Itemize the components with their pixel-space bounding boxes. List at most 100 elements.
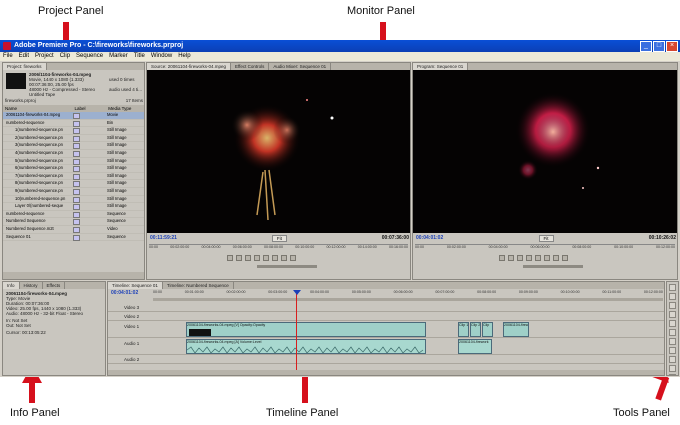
menu-title[interactable]: Title <box>134 52 145 61</box>
menu-file[interactable]: File <box>3 52 13 61</box>
list-item[interactable]: 5(numbered-sequence.pn Still Image <box>3 158 144 166</box>
timeline-time-ruler[interactable]: 00:00 00:01:00:00 00:02:00:00 00:03:00:0… <box>153 290 663 297</box>
project-clip-info-4: Untitled Tape <box>29 92 56 97</box>
timeline-playhead[interactable] <box>296 290 297 370</box>
program-step-forward-button[interactable] <box>535 255 541 261</box>
minimize-button[interactable]: _ <box>640 41 652 52</box>
maximize-button[interactable]: □ <box>653 41 665 52</box>
list-item[interactable]: 2(numbered-sequence.pn Still Image <box>3 135 144 143</box>
slip-tool-icon[interactable] <box>669 338 676 345</box>
set-in-button[interactable] <box>227 255 233 261</box>
track-video-2: Video 2 <box>108 312 664 321</box>
source-jog-shuttle[interactable] <box>257 265 317 268</box>
overlay-button[interactable] <box>290 255 296 261</box>
video-clip-main[interactable]: 20061104-fireworks-04.mpeg [V] Opacity:O… <box>186 322 426 337</box>
list-item-name: 8(numbered-sequence.pn <box>15 180 63 186</box>
tab-timeline-numbered-sequence[interactable]: Timeline: Numbered Sequence <box>163 282 234 289</box>
list-item[interactable]: 20061104-fireworks-04.mpeg Movie <box>3 112 144 120</box>
list-item[interactable]: 4(numbered-sequence.pn Still Image <box>3 150 144 158</box>
audio-clip-end[interactable]: 20061104-firework <box>458 339 492 354</box>
list-item[interactable]: 8(numbered-sequence.pn Still Image <box>3 180 144 188</box>
audio-clip-main[interactable]: 20061104-fireworks-04.mpeg [A] Volume:Le… <box>186 339 426 354</box>
tab-source[interactable]: Source: 20061104-fireworks-04.mpeg <box>147 63 231 70</box>
video-clip-last[interactable]: 20061104-firew <box>503 322 529 337</box>
lift-button[interactable] <box>553 255 559 261</box>
program-time-ruler[interactable]: 00:00 00:02:00:00 00:04:00:00 00:06:00:0… <box>415 244 675 251</box>
menu-window[interactable]: Window <box>151 52 172 61</box>
tab-program[interactable]: Program: Sequence 01 <box>413 63 469 70</box>
selection-tool-icon[interactable] <box>669 284 676 291</box>
clip-label: 20061104-firew <box>504 323 529 327</box>
list-item[interactable]: numbered-sequence Bin <box>3 120 144 128</box>
list-item[interactable]: Numbered Sequence.m2t Video <box>3 226 144 234</box>
program-step-back-button[interactable] <box>517 255 523 261</box>
tab-info[interactable]: Info <box>3 282 20 289</box>
list-item[interactable]: Numbered Sequence Sequence <box>3 218 144 226</box>
extract-button[interactable] <box>562 255 568 261</box>
tab-effects[interactable]: Effects <box>43 282 66 289</box>
program-fit-dropdown[interactable]: Fit <box>538 235 554 242</box>
menu-marker[interactable]: Marker <box>109 52 128 61</box>
track-select-tool-icon[interactable] <box>669 293 676 300</box>
timeline-horizontal-scrollbar[interactable] <box>108 370 664 375</box>
program-current-timecode[interactable]: 00:04:01:02 <box>416 235 443 242</box>
video-clip-2[interactable]: Clip 2 <box>470 322 481 337</box>
source-time-ruler[interactable]: 00:00 00:02:00:00 00:04:00:00 00:06:00:0… <box>149 244 408 251</box>
insert-button[interactable] <box>281 255 287 261</box>
playhead-marker-icon[interactable] <box>293 290 301 295</box>
column-media-type-header[interactable]: Media Type <box>108 105 144 112</box>
slide-tool-icon[interactable] <box>669 347 676 354</box>
program-play-button[interactable] <box>526 255 532 261</box>
list-item[interactable]: numbered-sequence Sequence <box>3 211 144 219</box>
source-ruler-tick: 00:08:00:00 <box>264 245 283 249</box>
program-set-out-button[interactable] <box>508 255 514 261</box>
list-item[interactable]: 9(numbered-sequence.pn Still Image <box>3 188 144 196</box>
tab-effect-controls[interactable]: Effect Controls <box>231 63 270 70</box>
play-button[interactable] <box>254 255 260 261</box>
program-set-in-button[interactable] <box>499 255 505 261</box>
loop-button[interactable] <box>272 255 278 261</box>
menu-help[interactable]: Help <box>178 52 190 61</box>
list-item[interactable]: 1(numbered-sequence.pn Still Image <box>3 127 144 135</box>
list-item[interactable]: Sequence 01 Sequence <box>3 234 144 242</box>
tab-history[interactable]: History <box>20 282 43 289</box>
column-label-header[interactable]: Label <box>75 105 109 112</box>
program-jog-shuttle[interactable] <box>523 265 583 268</box>
step-back-button[interactable] <box>245 255 251 261</box>
rolling-edit-tool-icon[interactable] <box>669 311 676 318</box>
pen-tool-icon[interactable] <box>669 356 676 363</box>
menu-clip[interactable]: Clip <box>60 52 70 61</box>
list-item[interactable]: Layer 0/(numbered-seque Still Image <box>3 203 144 211</box>
program-monitor-panel: Program: Sequence 01 00:04:01:02 Fit 00:… <box>412 62 678 280</box>
tab-timeline-sequence-01[interactable]: Timeline: Sequence 01 <box>108 282 163 289</box>
list-item[interactable]: 3(numbered-sequence.pn Still Image <box>3 142 144 150</box>
zoom-tool-icon[interactable] <box>669 374 676 375</box>
program-loop-button[interactable] <box>544 255 550 261</box>
list-item[interactable]: 6(numbered-sequence.pn Still Image <box>3 165 144 173</box>
set-out-button[interactable] <box>236 255 242 261</box>
menu-project[interactable]: Project <box>35 52 54 61</box>
menu-edit[interactable]: Edit <box>19 52 29 61</box>
timeline-zoom-bar[interactable] <box>153 298 663 301</box>
tab-project[interactable]: Project: fireworks <box>3 63 47 70</box>
rate-stretch-tool-icon[interactable] <box>669 320 676 327</box>
column-name-header[interactable]: Name <box>3 105 75 112</box>
project-panel-footer <box>3 272 144 279</box>
source-fit-dropdown[interactable]: Fit <box>271 235 287 242</box>
razor-tool-icon[interactable] <box>669 329 676 336</box>
timeline-current-timecode[interactable]: 00:04:01:02 <box>111 290 138 296</box>
list-item[interactable]: 10(numbered-sequence.pn Still Image <box>3 196 144 204</box>
close-button[interactable]: × <box>666 41 678 52</box>
video-clip-1[interactable]: Clip 1 <box>458 322 469 337</box>
program-ruler-tick: 00:10:00:00 <box>614 245 634 249</box>
ripple-edit-tool-icon[interactable] <box>669 302 676 309</box>
project-panel-callout: Project Panel <box>38 5 104 17</box>
hand-tool-icon[interactable] <box>669 365 676 372</box>
step-forward-button[interactable] <box>263 255 269 261</box>
video-clip-3[interactable]: Clip <box>482 322 493 337</box>
menu-sequence[interactable]: Sequence <box>76 52 103 61</box>
source-current-timecode[interactable]: 00:11:59:21 <box>150 235 177 242</box>
tab-audio-mixer[interactable]: Audio Mixer: Sequence 01 <box>269 63 332 70</box>
list-item[interactable]: 7(numbered-sequence.pn Still Image <box>3 173 144 181</box>
timeline-ruler-tick: 00:10:00:00 <box>560 290 580 294</box>
